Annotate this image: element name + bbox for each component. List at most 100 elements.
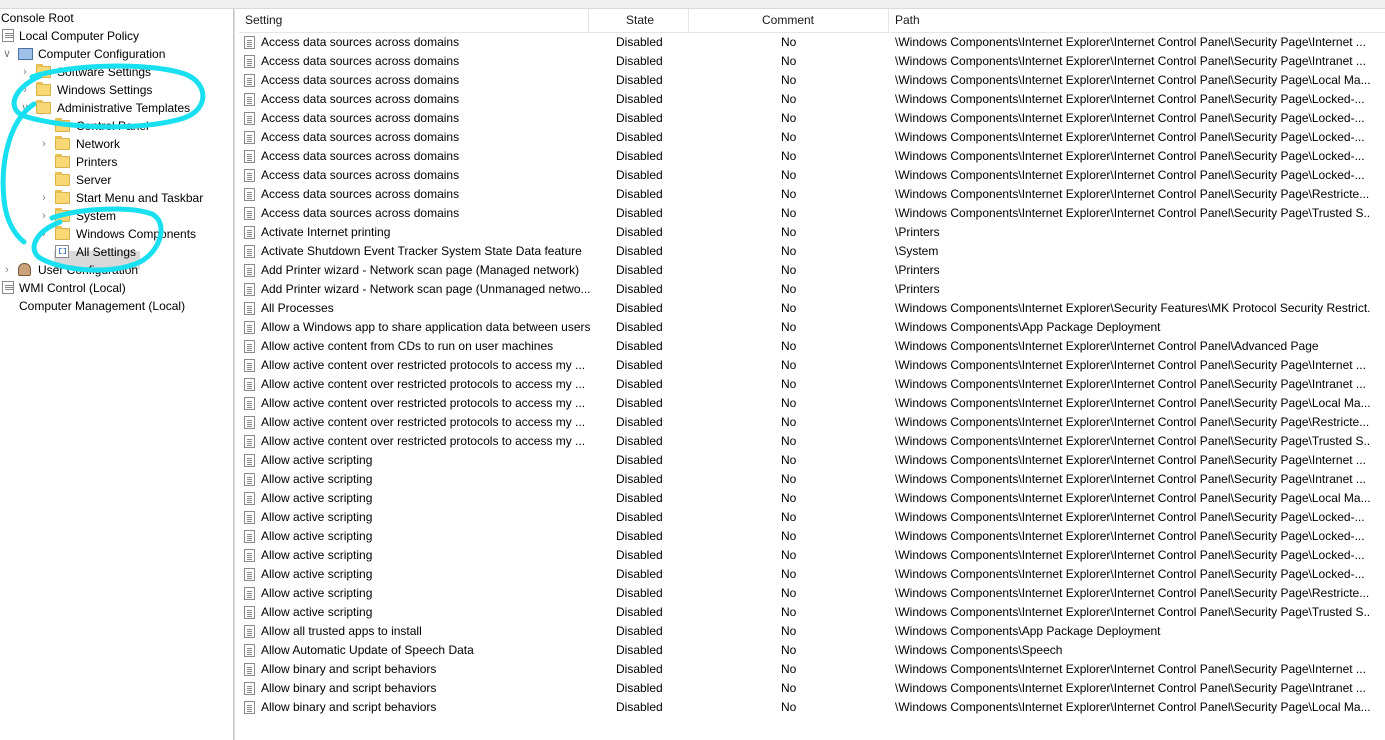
table-row[interactable]: Access data sources across domains Disabl… [239, 128, 1385, 147]
cell-state: Disabled [616, 586, 663, 600]
folder-icon [36, 82, 51, 96]
table-row[interactable]: Allow active scripting Disabled No \Windows… [239, 603, 1385, 622]
table-row[interactable]: Allow all trusted apps to install Disable… [239, 622, 1385, 641]
table-row[interactable]: Add Printer wizard - Network scan page (… [239, 280, 1385, 299]
policy-setting-icon [244, 55, 255, 68]
table-row[interactable]: Add Printer wizard - Network scan page (… [239, 261, 1385, 280]
tree-node-label: Printers [76, 155, 118, 169]
chevron-right-icon[interactable]: › [37, 225, 51, 243]
table-row[interactable]: Allow active content over restricted pro… [239, 394, 1385, 413]
cell-state: Disabled [616, 320, 663, 334]
cell-comment: No [781, 111, 797, 125]
table-row[interactable]: Allow active scripting Disabled No \Windows… [239, 584, 1385, 603]
policy-setting-icon [244, 435, 255, 448]
cell-setting: Allow active scripting [261, 567, 373, 581]
table-row[interactable]: Allow binary and script behaviors Disable… [239, 679, 1385, 698]
cell-state: Disabled [616, 92, 663, 106]
cell-setting: Access data sources across domains [261, 206, 460, 220]
table-row[interactable]: Allow a Windows app to share application… [239, 318, 1385, 337]
cell-path: \Printers [895, 263, 940, 277]
policy-setting-icon [244, 74, 255, 87]
cell-comment: No [781, 548, 797, 562]
column-divider[interactable] [588, 9, 589, 32]
table-row[interactable]: Allow Automatic Update of Speech Data Dis… [239, 641, 1385, 660]
cell-state: Disabled [616, 567, 663, 581]
cell-state: Disabled [616, 35, 663, 49]
cell-state: Disabled [616, 206, 663, 220]
column-header-comment[interactable]: Comment [762, 9, 814, 32]
cell-path: \Windows Components\Internet Explorer\In… [895, 35, 1366, 49]
column-divider[interactable] [888, 9, 889, 32]
table-row[interactable]: Access data sources across domains Disabl… [239, 52, 1385, 71]
table-row[interactable]: Access data sources across domains Disabl… [239, 185, 1385, 204]
table-row[interactable]: Allow active scripting Disabled No \Windows… [239, 470, 1385, 489]
table-row[interactable]: Allow active content over restricted pro… [239, 413, 1385, 432]
chevron-down-icon[interactable]: ∨ [0, 45, 14, 63]
chevron-right-icon[interactable]: › [37, 135, 51, 153]
cell-comment: No [781, 643, 797, 657]
chevron-right-icon[interactable]: › [37, 207, 51, 225]
cell-path: \Windows Components\Internet Explorer\In… [895, 339, 1319, 353]
chevron-right-icon[interactable]: › [37, 189, 51, 207]
table-row[interactable]: Access data sources across domains Disabl… [239, 33, 1385, 52]
table-row[interactable]: Access data sources across domains Disabl… [239, 109, 1385, 128]
wmi-icon [2, 281, 14, 294]
console-tree[interactable]: Console Root Local Computer Policy ∨ Com… [0, 9, 234, 740]
policy-setting-icon [244, 397, 255, 410]
cell-setting: Allow active scripting [261, 510, 373, 524]
tree-node-label: System [76, 209, 117, 223]
table-row[interactable]: Allow active content from CDs to run on … [239, 337, 1385, 356]
cell-path: \Windows Components\Internet Explorer\In… [895, 168, 1365, 182]
cell-setting: Access data sources across domains [261, 130, 460, 144]
column-divider[interactable] [688, 9, 689, 32]
table-row[interactable]: Allow active content over restricted pro… [239, 356, 1385, 375]
column-header-path[interactable]: Path [895, 9, 920, 32]
table-row[interactable]: Activate Shutdown Event Tracker System S… [239, 242, 1385, 261]
table-row[interactable]: Allow active scripting Disabled No \Windows… [239, 546, 1385, 565]
cell-path: \Windows Components\Internet Explorer\In… [895, 529, 1365, 543]
tree-node-label: Network [76, 137, 121, 151]
cell-path: \Windows Components\Internet Explorer\In… [895, 396, 1371, 410]
policy-setting-icon [244, 207, 255, 220]
chevron-right-icon[interactable]: › [18, 63, 32, 81]
table-row[interactable]: Allow binary and script behaviors Disable… [239, 698, 1385, 717]
policy-setting-icon [244, 454, 255, 467]
table-row[interactable]: Allow active scripting Disabled No \Windows… [239, 508, 1385, 527]
table-row[interactable]: Access data sources across domains Disabl… [239, 204, 1385, 223]
tree-node-label: Console Root [1, 11, 74, 25]
table-row[interactable]: Allow active scripting Disabled No \Windows… [239, 489, 1385, 508]
table-row[interactable]: Allow active scripting Disabled No \Windows… [239, 565, 1385, 584]
policy-setting-icon [244, 530, 255, 543]
column-header-setting[interactable]: Setting [245, 9, 282, 32]
chevron-down-icon[interactable]: ∨ [18, 99, 32, 117]
policy-setting-icon [244, 36, 255, 49]
policy-setting-icon [244, 549, 255, 562]
table-row[interactable]: Activate Internet printing Disabled No \Pri… [239, 223, 1385, 242]
cell-state: Disabled [616, 529, 663, 543]
cell-setting: Allow all trusted apps to install [261, 624, 422, 638]
settings-list[interactable]: Setting ⌃ State Comment Path Access data… [239, 9, 1385, 740]
cell-comment: No [781, 225, 797, 239]
cell-setting: Allow active scripting [261, 453, 373, 467]
table-row[interactable]: All Processes Disabled No \Windows Componen… [239, 299, 1385, 318]
tree-node-label: Computer Configuration [38, 47, 166, 61]
cell-comment: No [781, 681, 797, 695]
cell-path: \Windows Components\Internet Explorer\In… [895, 548, 1365, 562]
computer-icon [18, 48, 33, 60]
table-row[interactable]: Access data sources across domains Disabl… [239, 90, 1385, 109]
chevron-right-icon[interactable]: › [0, 261, 14, 279]
chevron-right-icon[interactable]: › [18, 81, 32, 99]
table-row[interactable]: Allow active content over restricted pro… [239, 375, 1385, 394]
table-row[interactable]: Access data sources across domains Disabl… [239, 147, 1385, 166]
tree-node-label: Software Settings [57, 65, 152, 79]
policy-setting-icon [244, 492, 255, 505]
table-row[interactable]: Access data sources across domains Disabl… [239, 71, 1385, 90]
table-row[interactable]: Allow active scripting Disabled No \Windows… [239, 527, 1385, 546]
table-row[interactable]: Allow active scripting Disabled No \Windows… [239, 451, 1385, 470]
table-row[interactable]: Allow active content over restricted pro… [239, 432, 1385, 451]
column-header-state[interactable]: State [626, 9, 654, 32]
folder-icon [55, 226, 70, 240]
cell-path: \Windows Components\Internet Explorer\Se… [895, 301, 1371, 315]
table-row[interactable]: Access data sources across domains Disabl… [239, 166, 1385, 185]
table-row[interactable]: Allow binary and script behaviors Disable… [239, 660, 1385, 679]
